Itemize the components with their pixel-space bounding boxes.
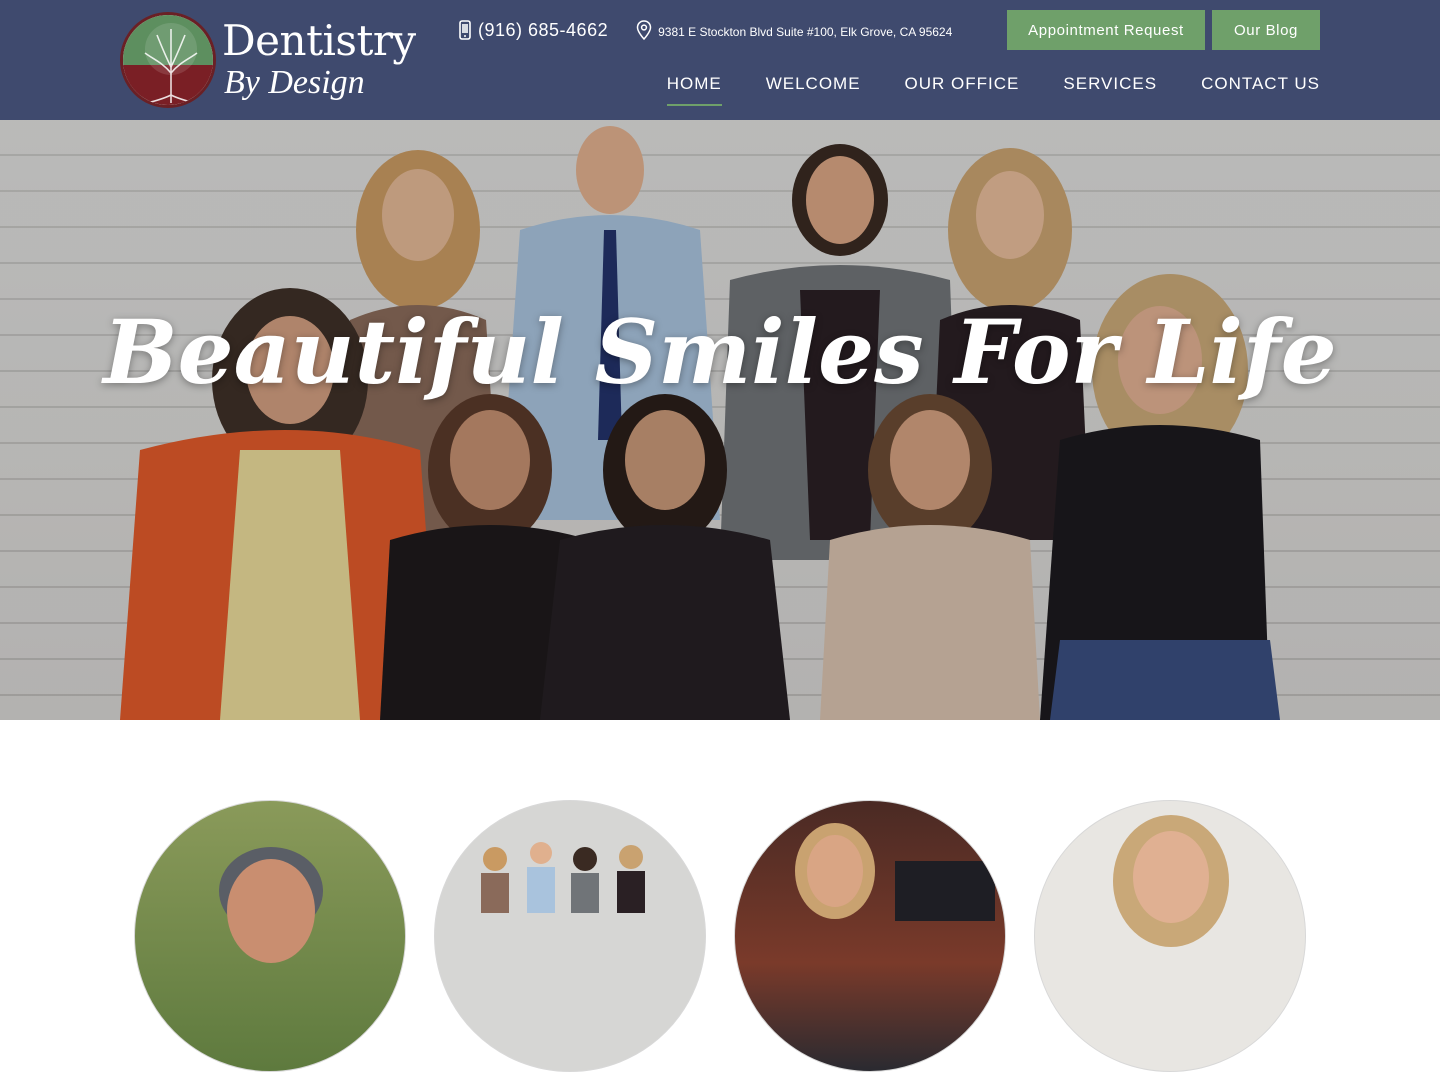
phone-number: (916) 685-4662: [478, 19, 609, 40]
appointment-request-button[interactable]: Appointment Request: [1007, 10, 1205, 50]
nav-services[interactable]: SERVICES: [1063, 74, 1157, 106]
feature-circle-doctor[interactable]: [134, 800, 406, 1072]
main-nav: HOME WELCOME OUR OFFICE SERVICES CONTACT…: [666, 74, 1320, 106]
feature-circle-office[interactable]: [734, 800, 1006, 1072]
nav-welcome[interactable]: WELCOME: [766, 74, 861, 106]
logo[interactable]: Dentistry By Design: [120, 10, 420, 110]
feature-circle-team[interactable]: [434, 800, 706, 1072]
feature-circles: [0, 720, 1440, 1072]
team-thumbnail-photo: [435, 801, 705, 1071]
office-photo: [795, 823, 995, 921]
logo-title: Dentistry: [222, 16, 416, 65]
feature-circle-staff[interactable]: [1034, 800, 1306, 1072]
contact-row: (916) 685-4662 9381 E Stockton Blvd Suit…: [458, 18, 952, 42]
logo-subtitle: By Design: [224, 64, 365, 101]
our-blog-button[interactable]: Our Blog: [1212, 10, 1320, 50]
address-text: 9381 E Stockton Blvd Suite #100, Elk Gro…: [658, 25, 953, 39]
nav-our-office[interactable]: OUR OFFICE: [905, 74, 1020, 106]
map-pin-icon: [636, 20, 652, 40]
site-header: Dentistry By Design (916) 685-4662 9381 …: [0, 0, 1440, 120]
phone-link[interactable]: (916) 685-4662: [458, 20, 608, 41]
hero-banner: Beautiful Smiles For Life: [0, 120, 1440, 720]
staff-photo: [1113, 815, 1229, 947]
tree-logo-icon: [120, 12, 216, 108]
hero-title: Beautiful Smiles For Life: [103, 300, 1337, 404]
doctor-photo: [219, 847, 323, 963]
phone-icon: [459, 20, 471, 40]
nav-home[interactable]: HOME: [666, 74, 722, 106]
nav-contact-us[interactable]: CONTACT US: [1201, 74, 1320, 106]
address-link[interactable]: 9381 E Stockton Blvd Suite #100, Elk Gro…: [636, 20, 952, 40]
